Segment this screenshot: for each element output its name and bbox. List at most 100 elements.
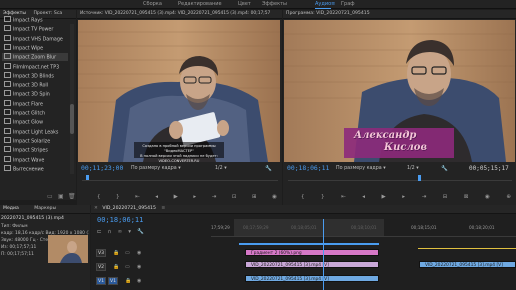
track-v2-eye-icon[interactable]: ◉ [137, 264, 141, 270]
source-timecode[interactable]: 00;11;23;00 [81, 164, 123, 172]
nest-icon[interactable]: ⊏ [97, 229, 102, 235]
add-marker-icon[interactable]: ▾ [128, 229, 131, 235]
program-scrub-bar[interactable] [288, 175, 512, 181]
play-icon[interactable]: ▶ [174, 194, 178, 202]
go-to-in-icon[interactable]: ⇤ [135, 194, 140, 202]
snap-icon[interactable]: ∩ [108, 229, 112, 235]
program-go-to-in-icon[interactable]: ⇤ [341, 194, 346, 202]
step-back-icon[interactable]: ◂ [155, 194, 158, 202]
track-v3-sync-icon[interactable]: ▭ [125, 250, 130, 256]
new-bin-icon[interactable]: ▭ [47, 193, 53, 200]
track-v2-label[interactable]: V2 [96, 263, 106, 271]
program-settings-icon[interactable]: 🔧 [441, 166, 448, 172]
work-area-bar[interactable] [234, 219, 384, 237]
sequence-tab[interactable]: VID_20220721_095415 [102, 206, 156, 211]
program-page-dropdown[interactable]: 1/2 ▾ [407, 166, 419, 171]
ruler-label: 17;59;29 [211, 225, 230, 230]
tab-media[interactable]: Медиа [3, 206, 19, 211]
program-step-forward-icon[interactable]: ▸ [402, 194, 405, 202]
effects-scrollbar[interactable] [70, 24, 74, 174]
source-transport-controls: { } ⇤ ◂ ▶ ▸ ⇥ ⊡ ⊞ ◉ [97, 194, 277, 202]
effect-item[interactable]: Impact Wipe [4, 44, 43, 51]
effect-item[interactable]: Impact Rays [4, 16, 43, 24]
effect-item[interactable]: Impact 3D Spin [4, 90, 50, 98]
workspace-tab-effects[interactable]: Эффекты [262, 1, 287, 7]
mark-out-icon[interactable]: } [116, 194, 120, 202]
effect-item[interactable]: Impact Stripes [4, 146, 48, 154]
menu-icon[interactable]: ≡ [331, 1, 335, 7]
trash-icon[interactable]: 🗑 [68, 193, 76, 200]
effect-item[interactable]: Impact Wave [4, 156, 44, 163]
source-settings-icon[interactable]: 🔧 [265, 166, 272, 172]
timeline-clip-v2[interactable]: VID_20220721_095415 [3].mp4 [V] [245, 261, 379, 268]
clip-thumbnail[interactable] [48, 235, 88, 263]
ruler-label: 00;18;20;01 [469, 225, 495, 230]
lift-icon[interactable]: ⊟ [443, 194, 448, 202]
close-sequence-icon[interactable]: ✕ [94, 206, 98, 211]
effect-item[interactable]: FilmImpact.net TP3 [4, 63, 59, 70]
source-monitor-viewer[interactable]: Создано в пробной версии программы "Виде… [78, 20, 280, 162]
watermark-line-1: Создано в пробной версии программы "Виде… [142, 144, 216, 153]
project-panel-header: Медиа Маркеры [0, 205, 90, 214]
program-export-frame-icon[interactable]: ◉ [485, 194, 490, 202]
linked-selection-icon[interactable]: ∞ [118, 229, 123, 235]
timeline-settings-icon[interactable]: 🔧 [137, 229, 144, 235]
track-v1-lock-icon[interactable]: 🔒 [125, 278, 131, 284]
project-panel: Медиа Маркеры 20220721_095415 (3).mp4 Ти… [0, 205, 90, 290]
program-mark-out-icon[interactable]: } [321, 194, 325, 202]
timeline-clip-v1[interactable]: VID_20220721_095415 [3].mp4 [V] [245, 275, 379, 282]
program-step-back-icon[interactable]: ◂ [362, 194, 365, 202]
program-fit-dropdown[interactable]: По размеру кадра ▾ [336, 166, 386, 171]
track-v3-label[interactable]: V3 [96, 249, 106, 257]
program-go-to-out-icon[interactable]: ⇥ [422, 194, 427, 202]
program-monitor-viewer[interactable]: Александр Кислов [284, 20, 515, 162]
program-playhead[interactable] [417, 175, 421, 181]
program-play-icon[interactable]: ▶ [382, 194, 386, 202]
track-v2-lock-icon[interactable]: 🔒 [113, 264, 119, 270]
track-v1-eye-icon[interactable]: ◉ [137, 278, 141, 284]
mark-in-icon[interactable]: { [97, 194, 101, 202]
source-scrub-bar[interactable] [82, 175, 278, 181]
workspace-tab-assembly[interactable]: Сборка [143, 1, 162, 7]
step-forward-icon[interactable]: ▸ [193, 194, 196, 202]
workspace-tab-color[interactable]: Цвет [238, 1, 251, 7]
workspace-tab-graphics[interactable]: Граф [341, 1, 355, 7]
lower-third-name-line2: Кислов [384, 142, 428, 153]
effect-item[interactable]: Impact 3D Blinds [4, 72, 54, 79]
track-v3-eye-icon[interactable]: ◉ [137, 250, 141, 256]
effect-item[interactable]: Impact Solarize [4, 137, 50, 144]
vr-icon[interactable]: ⊕ [506, 194, 511, 202]
timeline-playhead[interactable] [323, 219, 324, 290]
insert-icon[interactable]: ⊡ [232, 194, 237, 202]
source-fit-dropdown[interactable]: По размеру кадра ▾ [131, 166, 181, 171]
extract-icon[interactable]: ⊠ [464, 194, 469, 202]
effect-item[interactable]: Impact TV Power [4, 25, 53, 33]
track-v2-sync-icon[interactable]: ▭ [125, 264, 130, 270]
export-frame-icon[interactable]: ◉ [272, 194, 277, 202]
workspace-tab-editing[interactable]: Редактирование [178, 1, 222, 7]
timeline-timecode[interactable]: 00;18;06;11 [97, 216, 143, 224]
effect-item[interactable]: Вытеснение [4, 165, 44, 172]
effect-item[interactable]: Impact Light Leaks [4, 128, 58, 135]
source-page-dropdown[interactable]: 1/2 ▾ [215, 166, 227, 171]
source-playhead[interactable] [86, 175, 89, 180]
timeline-clip-v1-second[interactable]: VID_20220721_095415 [3].mp4 [V] [419, 261, 516, 268]
effect-item[interactable]: Impact Flare [4, 100, 43, 107]
new-item-icon[interactable]: ▣ [58, 193, 64, 200]
effect-item[interactable]: Impact Glitch [4, 109, 45, 117]
effect-item[interactable]: Impact Zoom Blur [2, 53, 68, 61]
track-v1-source-label[interactable]: V1 [96, 277, 106, 285]
program-mark-in-icon[interactable]: { [301, 194, 305, 202]
sequence-menu-icon[interactable]: ≡ [161, 206, 165, 211]
effect-item[interactable]: Impact Glow [4, 118, 43, 126]
effect-item[interactable]: Impact VHS Damage [4, 35, 63, 42]
effect-item[interactable]: Impact 3D Roll [4, 81, 48, 89]
track-v3-lock-icon[interactable]: 🔒 [113, 250, 119, 256]
tab-markers[interactable]: Маркеры [34, 206, 56, 211]
program-timecode[interactable]: 00;18;06;11 [287, 164, 329, 172]
timeline-clip-gradient[interactable]: Градиент 2 (60%).png [245, 249, 379, 256]
track-v1-label[interactable]: V1 [108, 277, 118, 285]
workspace-tab-audio[interactable]: Аудио [315, 1, 332, 9]
go-to-out-icon[interactable]: ⇥ [212, 194, 217, 202]
overwrite-icon[interactable]: ⊞ [252, 194, 257, 202]
